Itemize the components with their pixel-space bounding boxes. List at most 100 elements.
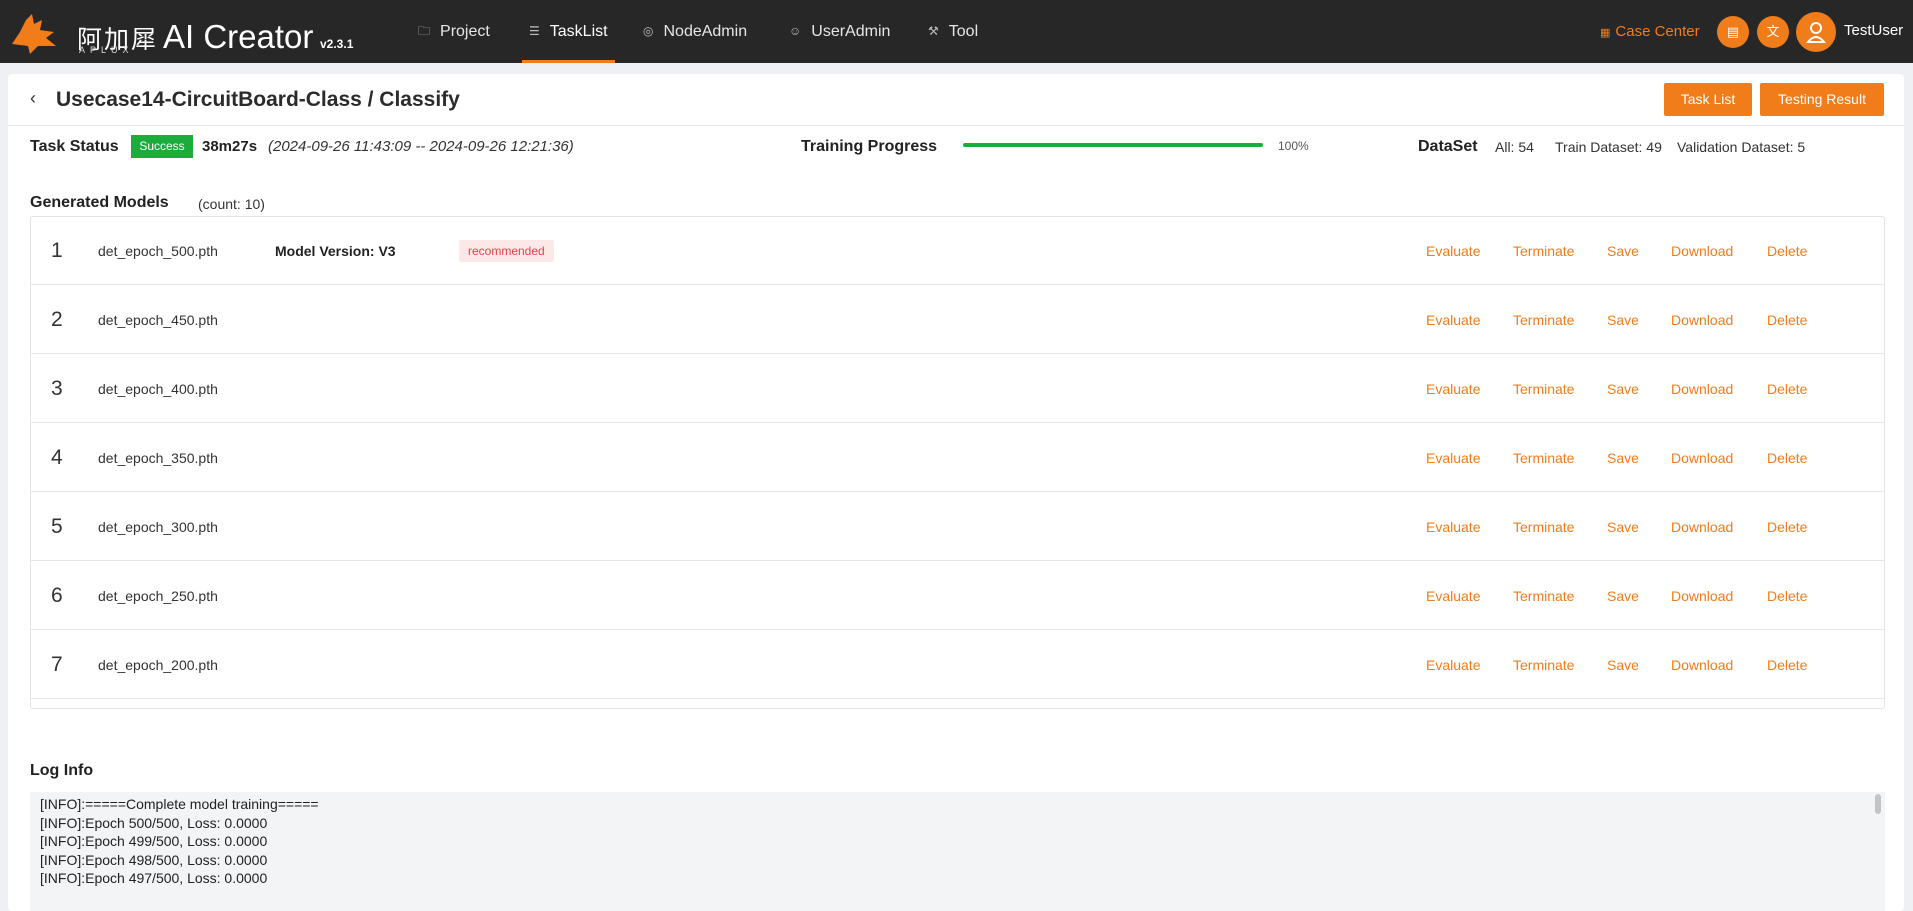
model-file-name: det_epoch_200.pth <box>98 657 218 673</box>
model-row: 5 det_epoch_300.pth Evaluate Terminate Save D… <box>31 493 1884 561</box>
log-line: [INFO]:Epoch 499/500, Loss: 0.0000 <box>40 833 268 849</box>
log-scrollbar[interactable] <box>1875 794 1881 814</box>
log-panel[interactable]: [INFO]:=====Complete model training=====… <box>30 792 1885 911</box>
nav-tasklist-label: TaskList <box>549 23 608 40</box>
nav-useradmin-label: UserAdmin <box>811 23 891 40</box>
log-line: [INFO]:Epoch 498/500, Loss: 0.0000 <box>40 851 268 868</box>
evaluate-button[interactable]: Evaluate <box>1426 312 1480 328</box>
model-row: 1 det_epoch_500.pth Model Version: V3 recom… <box>31 217 1884 285</box>
save-button[interactable]: Save <box>1607 519 1639 535</box>
download-button[interactable]: Download <box>1671 243 1733 259</box>
download-button[interactable]: Download <box>1671 381 1733 397</box>
model-file-name: det_epoch_500.pth <box>98 243 218 259</box>
task-status-label: Task Status <box>30 138 119 155</box>
terminate-button[interactable]: Terminate <box>1513 243 1574 259</box>
terminate-button[interactable]: Terminate <box>1513 381 1574 397</box>
save-button[interactable]: Save <box>1607 657 1639 673</box>
model-file-name: det_epoch_300.pth <box>98 519 218 535</box>
nav-nodeadmin-label: NodeAdmin <box>663 23 748 40</box>
dataset-label: DataSet <box>1418 138 1478 155</box>
model-index: 1 <box>51 239 63 262</box>
model-row: 3 det_epoch_400.pth Evaluate Terminate Save D… <box>31 355 1884 423</box>
nav-tool-label: Tool <box>948 23 979 40</box>
task-list-button[interactable]: Task List <box>1664 83 1752 116</box>
terminate-button[interactable]: Terminate <box>1513 519 1574 535</box>
generated-models-title: Generated Models <box>30 194 169 211</box>
translate-icon: 文 <box>1766 24 1780 39</box>
model-row: 2 det_epoch_450.pth Evaluate Terminate Save D… <box>31 286 1884 354</box>
evaluate-button[interactable]: Evaluate <box>1426 519 1480 535</box>
avatar[interactable] <box>1796 12 1836 52</box>
book-button[interactable]: ▤ <box>1717 16 1749 48</box>
terminate-button[interactable]: Terminate <box>1513 312 1574 328</box>
case-center-link[interactable]: ▦ Case Center <box>1600 0 1700 63</box>
translate-button[interactable]: 文 <box>1757 16 1789 48</box>
model-file-name: det_epoch_350.pth <box>98 450 218 466</box>
task-duration: 38m27s <box>202 138 258 155</box>
save-button[interactable]: Save <box>1607 312 1639 328</box>
dataset-validation: Validation Dataset: 5 <box>1677 139 1806 155</box>
delete-button[interactable]: Delete <box>1767 312 1807 328</box>
model-index: 3 <box>51 377 63 400</box>
log-line: [INFO]:Epoch 500/500, Loss: 0.0000 <box>40 814 268 831</box>
delete-button[interactable]: Delete <box>1767 381 1807 397</box>
dataset-train: Train Dataset: 49 <box>1555 139 1662 155</box>
training-progress-fill <box>963 143 1263 147</box>
model-index: 7 <box>51 653 63 676</box>
grid-icon: ▦ <box>1600 27 1611 39</box>
model-index: 5 <box>51 515 63 538</box>
app-title: AI Creator <box>163 18 314 55</box>
page-title: Usecase14-CircuitBoard-Class / Classify <box>56 88 460 111</box>
training-progress-bar <box>963 143 1263 147</box>
nav-useradmin[interactable]: ☺ UserAdmin <box>789 0 890 63</box>
case-center-label: Case Center <box>1615 23 1700 40</box>
username[interactable]: TestUser <box>1844 22 1903 39</box>
folder-icon: 🗀 <box>418 24 431 38</box>
task-time-range: (2024-09-26 11:43:09 -- 2024-09-26 12:21… <box>268 138 574 155</box>
save-button[interactable]: Save <box>1607 588 1639 604</box>
evaluate-button[interactable]: Evaluate <box>1426 657 1480 673</box>
save-button[interactable]: Save <box>1607 450 1639 466</box>
save-button[interactable]: Save <box>1607 243 1639 259</box>
log-info-title: Log Info <box>30 762 94 779</box>
evaluate-button[interactable]: Evaluate <box>1426 588 1480 604</box>
nav-tasklist[interactable]: ☰ TaskList <box>522 0 615 63</box>
models-list[interactable]: 1 det_epoch_500.pth Model Version: V3 recom… <box>30 216 1885 709</box>
book-icon: ▤ <box>1726 24 1740 39</box>
delete-button[interactable]: Delete <box>1767 450 1807 466</box>
evaluate-button[interactable]: Evaluate <box>1426 243 1480 259</box>
app-version: v2.3.1 <box>320 37 354 51</box>
delete-button[interactable]: Delete <box>1767 657 1807 673</box>
download-button[interactable]: Download <box>1671 450 1733 466</box>
testing-result-button[interactable]: Testing Result <box>1760 83 1884 116</box>
node-icon: ◎ <box>643 24 654 38</box>
download-button[interactable]: Download <box>1671 312 1733 328</box>
training-progress-label: Training Progress <box>801 138 938 155</box>
delete-button[interactable]: Delete <box>1767 243 1807 259</box>
terminate-button[interactable]: Terminate <box>1513 657 1574 673</box>
delete-button[interactable]: Delete <box>1767 519 1807 535</box>
status-row: Task Status Success 38m27s (2024-09-26 1… <box>8 126 1904 166</box>
download-button[interactable]: Download <box>1671 588 1733 604</box>
recommended-badge: recommended <box>459 240 554 262</box>
download-button[interactable]: Download <box>1671 519 1733 535</box>
wrench-icon: ⚒ <box>928 24 939 38</box>
nav-project[interactable]: 🗀 Project <box>418 0 490 63</box>
log-line: [INFO]:Epoch 497/500, Loss: 0.0000 <box>40 870 268 886</box>
evaluate-button[interactable]: Evaluate <box>1426 381 1480 397</box>
delete-button[interactable]: Delete <box>1767 588 1807 604</box>
download-button[interactable]: Download <box>1671 657 1733 673</box>
aplux-logo-icon <box>12 14 56 54</box>
nav-tool[interactable]: ⚒ Tool <box>928 0 978 63</box>
status-badge: Success <box>131 135 193 158</box>
save-button[interactable]: Save <box>1607 381 1639 397</box>
evaluate-button[interactable]: Evaluate <box>1426 450 1480 466</box>
terminate-button[interactable]: Terminate <box>1513 450 1574 466</box>
model-version: Model Version: V3 <box>275 243 396 259</box>
task-detail-card: ‹ Usecase14-CircuitBoard-Class / Classif… <box>8 74 1904 911</box>
model-row: 7 det_epoch_200.pth Evaluate Terminate Save D… <box>31 631 1884 699</box>
back-chevron-icon[interactable]: ‹ <box>30 88 36 109</box>
terminate-button[interactable]: Terminate <box>1513 588 1574 604</box>
model-row: 6 det_epoch_250.pth Evaluate Terminate Save D… <box>31 562 1884 630</box>
nav-nodeadmin[interactable]: ◎ NodeAdmin <box>643 0 747 63</box>
